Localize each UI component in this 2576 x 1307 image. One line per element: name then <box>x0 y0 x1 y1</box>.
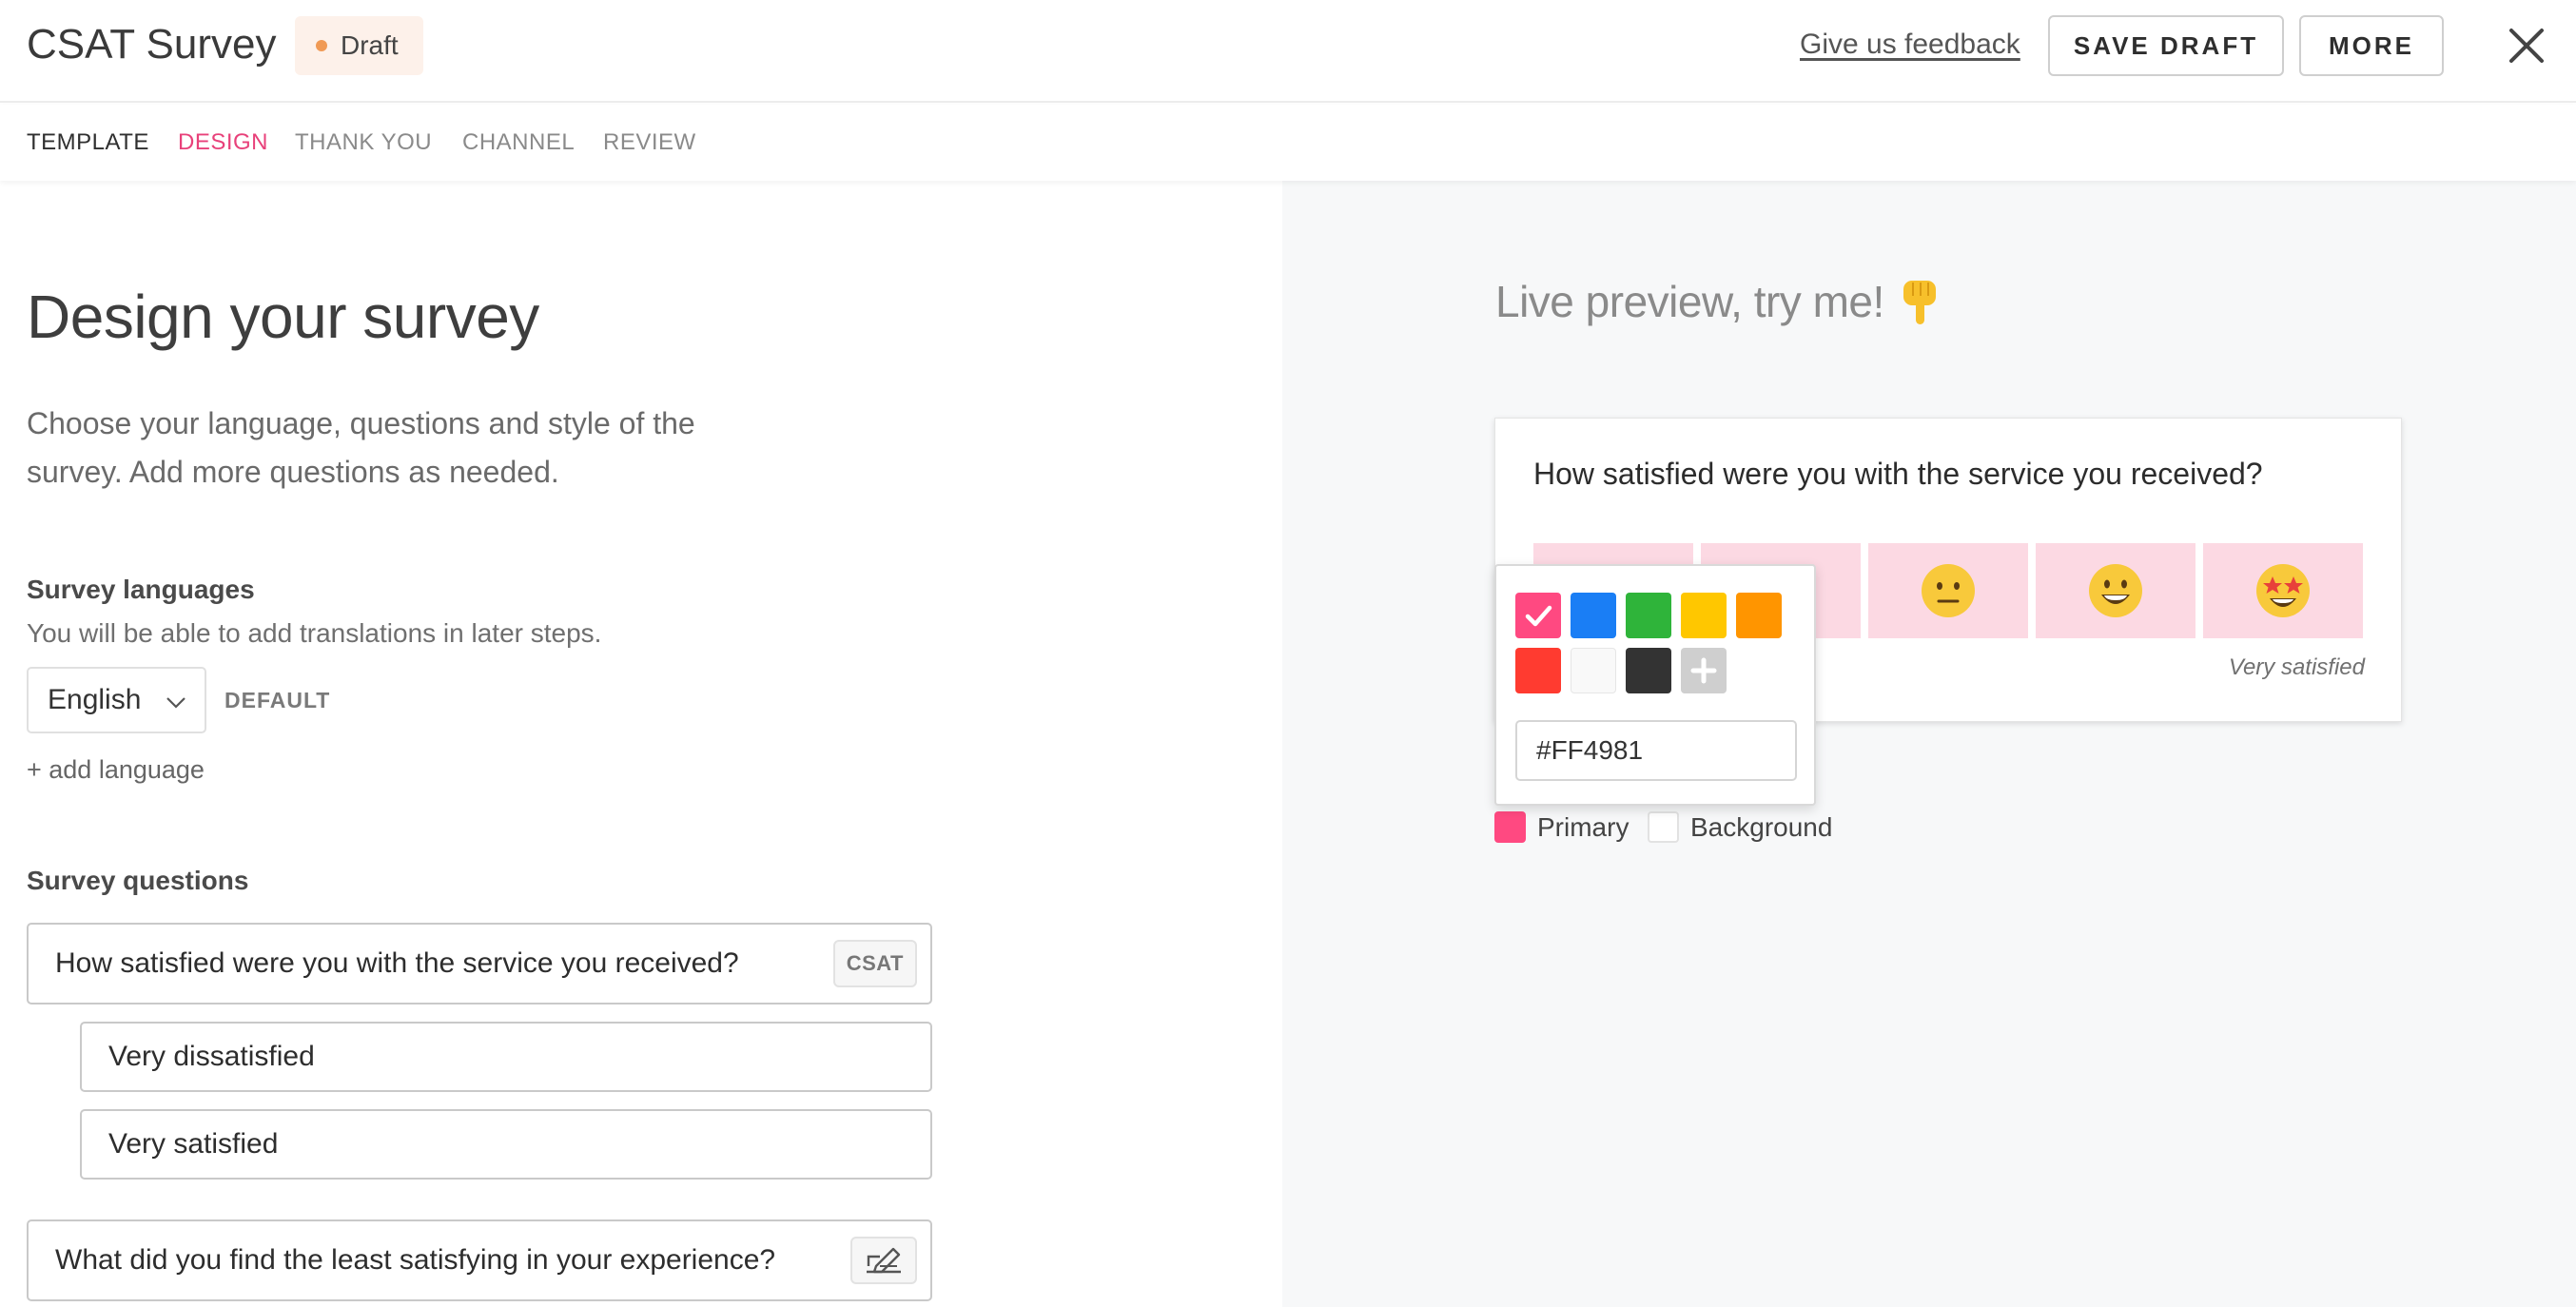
plus-icon <box>1690 657 1717 684</box>
preview-scale-label-high: Very satisfied <box>2228 654 2365 680</box>
hex-color-input[interactable] <box>1515 720 1797 781</box>
scale-label-low-field[interactable]: Very dissatisfied <box>80 1022 932 1092</box>
preview-question: How satisfied were you with the service … <box>1533 457 2263 491</box>
add-color-button[interactable] <box>1681 648 1727 693</box>
survey-languages-hint: You will be able to add translations in … <box>27 618 602 648</box>
open-text-icon <box>867 1247 901 1274</box>
tab-template[interactable]: TEMPLATE <box>27 129 149 156</box>
live-preview-panel: Live preview, try me! How satisfied were… <box>1282 181 2576 1307</box>
rating-option-5[interactable] <box>2203 543 2363 638</box>
page-title: Design your survey <box>27 283 539 351</box>
color-swatch-orange[interactable] <box>1736 593 1782 638</box>
color-swatch-red[interactable] <box>1515 648 1561 693</box>
background-color-toggle[interactable]: Background <box>1648 811 1832 843</box>
page-description: Choose your language, questions and styl… <box>27 406 695 489</box>
rating-option-4[interactable] <box>2036 543 2195 638</box>
csat-question-type-tag: CSAT <box>832 940 917 987</box>
tab-review[interactable]: REVIEW <box>603 129 696 156</box>
step-tabs: TEMPLATE DESIGN THANK YOU CHANNEL REVIEW <box>0 105 2576 181</box>
primary-color-toggle[interactable]: Primary <box>1494 811 1629 843</box>
question-text: How satisfied were you with the service … <box>55 947 739 979</box>
tab-thank-you[interactable]: THANK YOU <box>295 129 432 156</box>
survey-questions-label: Survey questions <box>27 866 249 895</box>
save-draft-button[interactable]: SAVE DRAFT <box>2048 15 2284 76</box>
question-text: What did you find the least satisfying i… <box>55 1244 776 1276</box>
question-csat-field[interactable]: How satisfied were you with the service … <box>27 923 932 1005</box>
open-text-type-tag <box>850 1237 917 1284</box>
star-struck-emoji <box>2256 564 2310 617</box>
survey-title: CSAT Survey <box>27 21 277 68</box>
scale-label-low-text: Very dissatisfied <box>108 1041 315 1072</box>
color-swatch-black[interactable] <box>1626 648 1671 693</box>
more-button[interactable]: MORE <box>2299 15 2444 76</box>
color-swatch-yellow[interactable] <box>1681 593 1727 638</box>
color-picker-popover <box>1494 564 1816 806</box>
status-dot-icon <box>316 40 327 51</box>
chevron-down-icon <box>166 697 185 709</box>
live-preview-heading: Live preview, try me! <box>1495 276 1942 327</box>
status-badge-label: Draft <box>341 30 399 60</box>
color-swatch-pink[interactable] <box>1515 593 1561 638</box>
primary-color-label: Primary <box>1537 811 1630 842</box>
default-language-tag: DEFAULT <box>224 688 331 712</box>
question-open-text-field[interactable]: What did you find the least satisfying i… <box>27 1219 932 1301</box>
close-icon[interactable] <box>2504 23 2549 68</box>
grinning-face-emoji <box>2089 564 2142 617</box>
color-swatch-blue[interactable] <box>1571 593 1616 638</box>
color-swatch-white[interactable] <box>1571 648 1616 693</box>
language-select-value: English <box>48 684 142 715</box>
tab-channel[interactable]: CHANNEL <box>462 129 575 156</box>
color-swatch-green[interactable] <box>1626 593 1671 638</box>
rating-option-3[interactable] <box>1868 543 2028 638</box>
design-panel: Design your survey Choose your language,… <box>0 181 1282 1307</box>
background-color-label: Background <box>1690 811 1833 842</box>
top-header: CSAT Survey Draft Give us feedback SAVE … <box>0 0 2576 103</box>
survey-languages-label: Survey languages <box>27 575 255 604</box>
status-badge: Draft <box>295 16 423 75</box>
language-select[interactable]: English <box>27 667 206 733</box>
live-preview-title: Live preview, try me! <box>1495 277 1884 326</box>
checkmark-icon <box>1525 605 1552 627</box>
neutral-face-emoji <box>1922 564 1975 617</box>
scale-label-high-text: Very satisfied <box>108 1128 279 1160</box>
pointing-down-icon <box>1903 281 1936 324</box>
give-feedback-link[interactable]: Give us feedback <box>1800 29 2020 61</box>
add-language-link[interactable]: + add language <box>27 755 205 785</box>
background-color-swatch <box>1648 811 1679 843</box>
tab-design[interactable]: DESIGN <box>178 129 268 156</box>
primary-color-swatch <box>1494 811 1526 843</box>
scale-label-high-field[interactable]: Very satisfied <box>80 1109 932 1180</box>
